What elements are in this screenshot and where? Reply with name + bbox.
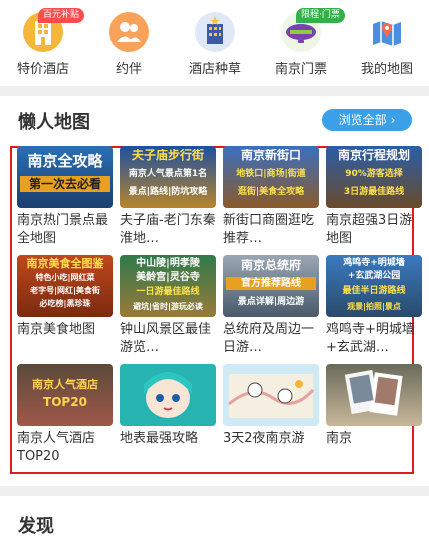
map-card[interactable]: 地表最强攻略 (120, 364, 216, 472)
nav-label: 南京门票 (274, 62, 327, 77)
thumb-text: 逛街|美食全攻略 (237, 187, 305, 197)
map-card[interactable]: 南京新街口 地铁口|商场|街道 逛街|美食全攻略 新街口商圈逛吃推荐… (223, 146, 319, 254)
card-title: 钟山风景区最佳游览… (120, 322, 212, 355)
map-illustration-icon (228, 374, 315, 418)
chevron-right-icon: › (390, 113, 396, 127)
cartoon-character-icon (144, 372, 192, 418)
nav-item-special-hotel[interactable]: 百元补贴 特价酒店 (0, 8, 86, 80)
thumb-text: 南京人气景点第1名 (128, 169, 208, 179)
nav-item-companion[interactable]: 约伴 (86, 10, 172, 80)
nav-badge: 百元补贴 (38, 8, 85, 23)
thumb-text: 南京全攻略 (27, 152, 103, 170)
map-card[interactable]: 南京 (326, 364, 422, 472)
nav-label: 特价酒店 (16, 62, 69, 77)
browse-all-label: 浏览全部 (338, 113, 387, 127)
thumb-text: 南京总统府 (240, 259, 301, 272)
card-title: 南京 (326, 431, 353, 446)
thumb-text: +玄武湖公园 (347, 271, 401, 281)
card-thumbnail (223, 364, 319, 426)
nav-label: 约伴 (115, 62, 142, 77)
section-title: 懒人地图 (18, 112, 90, 133)
thumb-text: 官方推荐路线 (226, 277, 316, 290)
thumb-text: 鸡鸣寺+明城墙 (343, 258, 405, 268)
thumb-text: 观景|拍照|景点 (347, 302, 401, 311)
map-card[interactable]: 南京人气酒店 TOP20 南京人气酒店TOP20 (17, 364, 113, 472)
nav-label: 我的地图 (360, 62, 413, 77)
card-thumbnail: 中山陵|明孝陵 美龄宫|灵谷寺 一日游最佳路线 避坑|省时|游玩必读 (120, 255, 216, 317)
hotel-recommend-icon (195, 12, 235, 52)
section-divider (0, 86, 429, 96)
thumb-text: 一日游最佳路线 (136, 287, 200, 297)
nav-badge: 限程·门票 (296, 8, 345, 23)
nav-label: 酒店种草 (188, 62, 241, 77)
section-title: 发现 (18, 516, 54, 537)
card-thumbnail: 南京总统府 官方推荐路线 景点详解|周边游 (223, 255, 319, 317)
thumb-text: 90%游客选择 (345, 169, 403, 179)
card-title: 南京美食地图 (17, 322, 96, 337)
card-title: 南京热门景点最全地图 (17, 213, 109, 246)
thumb-text: 3日游最佳路线 (343, 187, 405, 197)
thumb-text: 避坑|省时|游玩必读 (133, 302, 203, 311)
thumb-text: 夫子庙步行街 (131, 149, 204, 162)
thumb-text: 地铁口|商场|街道 (236, 169, 306, 179)
map-card[interactable]: 鸡鸣寺+明城墙 +玄武湖公园 最佳半日游路线 观景|拍照|景点 鸡鸣寺+明城墙+… (326, 255, 422, 363)
map-card[interactable]: 南京全攻略 第一次去必看 南京热门景点最全地图 (17, 146, 113, 254)
card-thumbnail: 南京美食全图鉴 特色小吃|网红菜 老字号|网红|美食街 必吃榜|黑珍珠 (17, 255, 113, 317)
thumb-text: 南京人气酒店 (32, 378, 98, 391)
nav-item-hotel-recommend[interactable]: 酒店种草 (172, 10, 258, 80)
top-nav: 百元补贴 特价酒店 约伴 酒店种草 限程·门票 南京门票 我的地图 (0, 0, 429, 86)
companion-people-icon (109, 12, 149, 52)
card-thumbnail: 鸡鸣寺+明城墙 +玄武湖公园 最佳半日游路线 观景|拍照|景点 (326, 255, 422, 317)
thumb-text: TOP20 (43, 396, 87, 409)
browse-all-button[interactable]: 浏览全部 › (322, 109, 412, 131)
photo-cards-icon (344, 369, 403, 416)
section-divider (0, 486, 429, 496)
map-card[interactable]: 中山陵|明孝陵 美龄宫|灵谷寺 一日游最佳路线 避坑|省时|游玩必读 钟山风景区… (120, 255, 216, 363)
lazy-map-section: 懒人地图 浏览全部 › 南京全攻略 第一次去必看 南京热门景点最全地图 夫子庙步行… (0, 96, 429, 486)
map-pin-icon (367, 12, 407, 52)
card-title: 鸡鸣寺+明城墙+玄武湖… (326, 322, 415, 355)
thumb-text: 老字号|网红|美食街 (30, 286, 100, 295)
card-thumbnail: 南京新街口 地铁口|商场|街道 逛街|美食全攻略 (223, 146, 319, 208)
card-thumbnail (326, 364, 422, 426)
thumb-text: 必吃榜|黑珍珠 (39, 299, 91, 308)
map-card[interactable]: 南京总统府 官方推荐路线 景点详解|周边游 总统府及周边一日游… (223, 255, 319, 363)
card-title: 总统府及周边一日游… (223, 322, 315, 355)
thumb-text: 第一次去必看 (20, 176, 110, 192)
map-card[interactable]: 南京行程规划 90%游客选择 3日游最佳路线 南京超强3日游地图 (326, 146, 422, 254)
thumb-text: 美龄宫|灵谷寺 (136, 272, 200, 283)
card-title: 地表最强攻略 (120, 431, 199, 446)
thumb-text: 南京美食全图鉴 (26, 257, 104, 270)
card-title: 南京人气酒店TOP20 (17, 431, 96, 464)
thumb-text: 南京行程规划 (337, 149, 410, 162)
map-card[interactable]: 南京美食全图鉴 特色小吃|网红菜 老字号|网红|美食街 必吃榜|黑珍珠 南京美食… (17, 255, 113, 363)
thumb-text: 南京新街口 (240, 149, 301, 162)
card-thumbnail: 南京人气酒店 TOP20 (17, 364, 113, 426)
nav-item-nanjing-tickets[interactable]: 限程·门票 南京门票 (258, 8, 345, 80)
thumb-text: 特色小吃|网红菜 (35, 273, 95, 282)
thumb-text: 景点|路线|防坑攻略 (128, 187, 208, 197)
thumb-text: 最佳半日游路线 (342, 286, 406, 296)
card-title: 新街口商圈逛吃推荐… (223, 213, 315, 246)
card-thumbnail: 夫子庙步行街 南京人气景点第1名 景点|路线|防坑攻略 (120, 146, 216, 208)
discover-section: 发现 (0, 496, 429, 553)
card-thumbnail: 南京行程规划 90%游客选择 3日游最佳路线 (326, 146, 422, 208)
card-title: 3天2夜南京游 (223, 431, 305, 446)
nav-item-my-map[interactable]: 我的地图 (344, 10, 429, 80)
map-card[interactable]: 夫子庙步行街 南京人气景点第1名 景点|路线|防坑攻略 夫子庙-老门东秦淮地… (120, 146, 216, 254)
card-thumbnail: 南京全攻略 第一次去必看 (17, 146, 113, 208)
card-title: 夫子庙-老门东秦淮地… (120, 213, 216, 246)
card-thumbnail (120, 364, 216, 426)
card-title: 南京超强3日游地图 (326, 213, 413, 246)
thumb-text: 中山陵|明孝陵 (136, 258, 200, 269)
map-card[interactable]: 3天2夜南京游 (223, 364, 319, 472)
thumb-text: 景点详解|周边游 (237, 297, 305, 307)
